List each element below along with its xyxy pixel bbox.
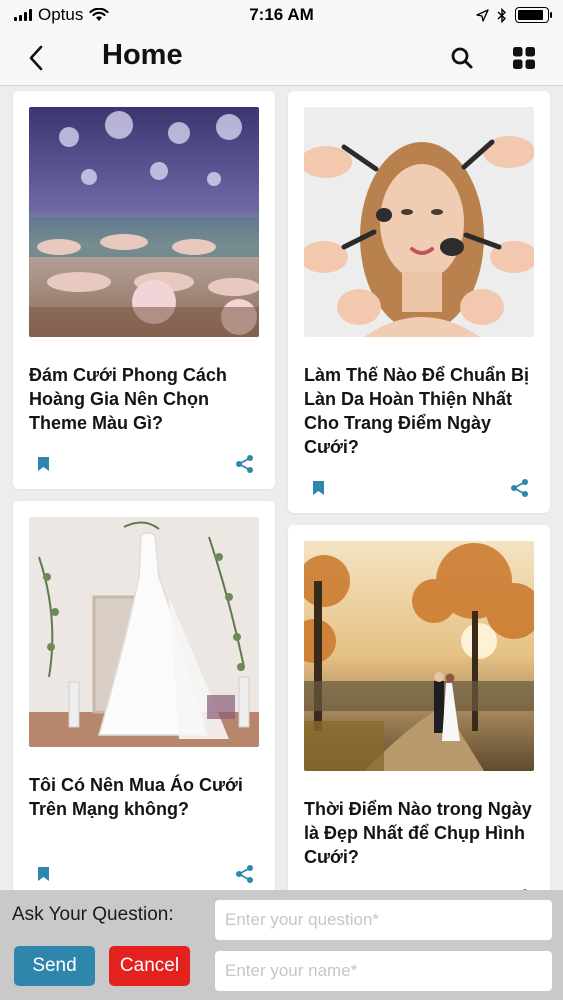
wedding-dress-hanging-image (29, 517, 259, 747)
bluetooth-icon (497, 7, 507, 23)
search-icon (451, 47, 473, 69)
signal-icon (14, 9, 32, 21)
back-button[interactable] (20, 42, 52, 74)
article-title[interactable]: Thời Điểm Nào trong Ngày là Đẹp Nhất để … (304, 797, 534, 869)
wifi-icon (89, 8, 109, 21)
battery-icon (515, 7, 552, 23)
card-actions (29, 453, 259, 475)
bookmark-button[interactable] (29, 453, 57, 475)
location-icon (476, 8, 489, 22)
article-card[interactable]: Đám Cưới Phong Cách Hoàng Gia Nên Chọn T… (13, 91, 275, 489)
question-panel: Ask Your Question: Send Cancel (0, 890, 563, 1000)
search-button[interactable] (446, 42, 478, 74)
share-button[interactable] (231, 863, 259, 885)
article-title[interactable]: Làm Thế Nào Để Chuẩn Bị Làn Da Hoàn Thiệ… (304, 363, 534, 459)
status-right (476, 7, 552, 23)
share-icon (511, 479, 528, 497)
question-input[interactable] (215, 900, 552, 940)
send-button[interactable]: Send (14, 946, 95, 986)
card-actions (29, 863, 259, 885)
grid-icon (513, 47, 535, 69)
bookmark-icon (37, 867, 49, 881)
share-button[interactable] (506, 477, 534, 499)
feed-column-left: Đám Cưới Phong Cách Hoàng Gia Nên Chọn T… (13, 91, 275, 890)
bookmark-button[interactable] (29, 863, 57, 885)
share-icon (236, 455, 253, 473)
article-card[interactable]: Thời Điểm Nào trong Ngày là Đẹp Nhất để … (288, 525, 550, 890)
status-left: Optus (14, 5, 109, 25)
page-title: Home (102, 39, 183, 71)
chevron-left-icon (29, 45, 43, 71)
article-title[interactable]: Đám Cưới Phong Cách Hoàng Gia Nên Chọn T… (29, 363, 259, 435)
name-input[interactable] (215, 951, 552, 991)
ask-question-label: Ask Your Question: (12, 904, 174, 925)
nav-header: Home (0, 30, 563, 86)
article-card[interactable]: Làm Thế Nào Để Chuẩn Bị Làn Da Hoàn Thiệ… (288, 91, 550, 513)
makeup-brushes-bride-image (304, 107, 534, 337)
battery-fill (518, 10, 544, 20)
article-feed[interactable]: Đám Cưới Phong Cách Hoàng Gia Nên Chọn T… (0, 87, 563, 890)
status-bar: Optus 7:16 AM (0, 0, 563, 30)
article-card[interactable]: Tôi Có Nên Mua Áo Cưới Trên Mạng không? (13, 501, 275, 890)
bookmark-button[interactable] (304, 477, 332, 499)
article-title[interactable]: Tôi Có Nên Mua Áo Cưới Trên Mạng không? (29, 773, 259, 845)
share-button[interactable] (231, 453, 259, 475)
carrier-name: Optus (38, 5, 84, 24)
wedding-banquet-hall-image (29, 107, 259, 337)
feed-column-right: Làm Thế Nào Để Chuẩn Bị Làn Da Hoàn Thiệ… (288, 91, 550, 890)
couple-autumn-sunset-image (304, 541, 534, 771)
bookmark-icon (312, 481, 324, 495)
bookmark-icon (37, 457, 49, 471)
card-actions (304, 477, 534, 499)
grid-menu-button[interactable] (508, 42, 540, 74)
cancel-button[interactable]: Cancel (109, 946, 190, 986)
share-icon (236, 865, 253, 883)
